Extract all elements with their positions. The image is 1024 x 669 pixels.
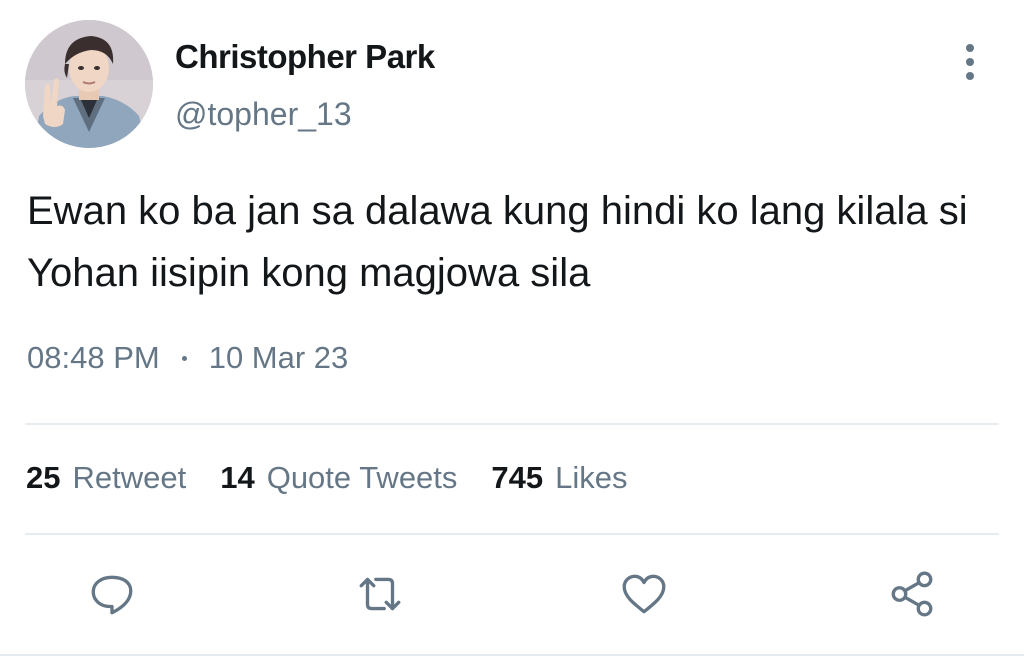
retweet-button[interactable] [348,562,412,626]
like-icon [622,574,666,614]
share-button[interactable] [880,562,944,626]
retweet-icon [359,577,401,611]
quote-tweets-count: 14 [220,460,255,495]
tweet-text: Ewan ko ba jan sa dalawa kung hindi ko l… [27,189,968,295]
tweet-time: 08:48 PM [27,340,160,375]
quote-tweets-label: Quote Tweets [266,460,458,495]
retweets-stat[interactable]: 25 Retweet [26,460,186,496]
more-vertical-icon [966,44,974,52]
avatar[interactable] [25,20,153,148]
more-vertical-icon-dot [966,58,974,66]
retweets-label: Retweet [72,460,187,495]
like-button[interactable] [612,562,676,626]
user-handle[interactable]: @topher_13 [175,96,352,133]
profile-photo-icon [25,20,153,148]
tweet-timestamp: 08:48 PM 10 Mar 23 [27,340,348,376]
bottom-divider [0,654,1024,656]
engagement-stats: 25 Retweet 14 Quote Tweets 745 Likes [26,460,662,496]
more-options-button[interactable] [950,40,990,84]
share-icon [891,571,933,617]
tweet-date: 10 Mar 23 [208,340,349,375]
divider [25,533,999,535]
likes-label: Likes [555,460,628,495]
separator-dot [181,355,187,361]
retweets-count: 25 [26,460,61,495]
tweet-actions [0,562,1024,626]
likes-count: 745 [491,460,544,495]
quote-tweets-stat[interactable]: 14 Quote Tweets [220,460,457,496]
tweet-detail: Christopher Park @topher_13 Ewan ko ba j… [0,0,1024,669]
display-name[interactable]: Christopher Park [175,38,435,76]
more-vertical-icon-dot [966,72,974,80]
reply-icon [91,575,133,615]
divider [25,423,999,425]
reply-button[interactable] [80,562,144,626]
likes-stat[interactable]: 745 Likes [491,460,627,496]
